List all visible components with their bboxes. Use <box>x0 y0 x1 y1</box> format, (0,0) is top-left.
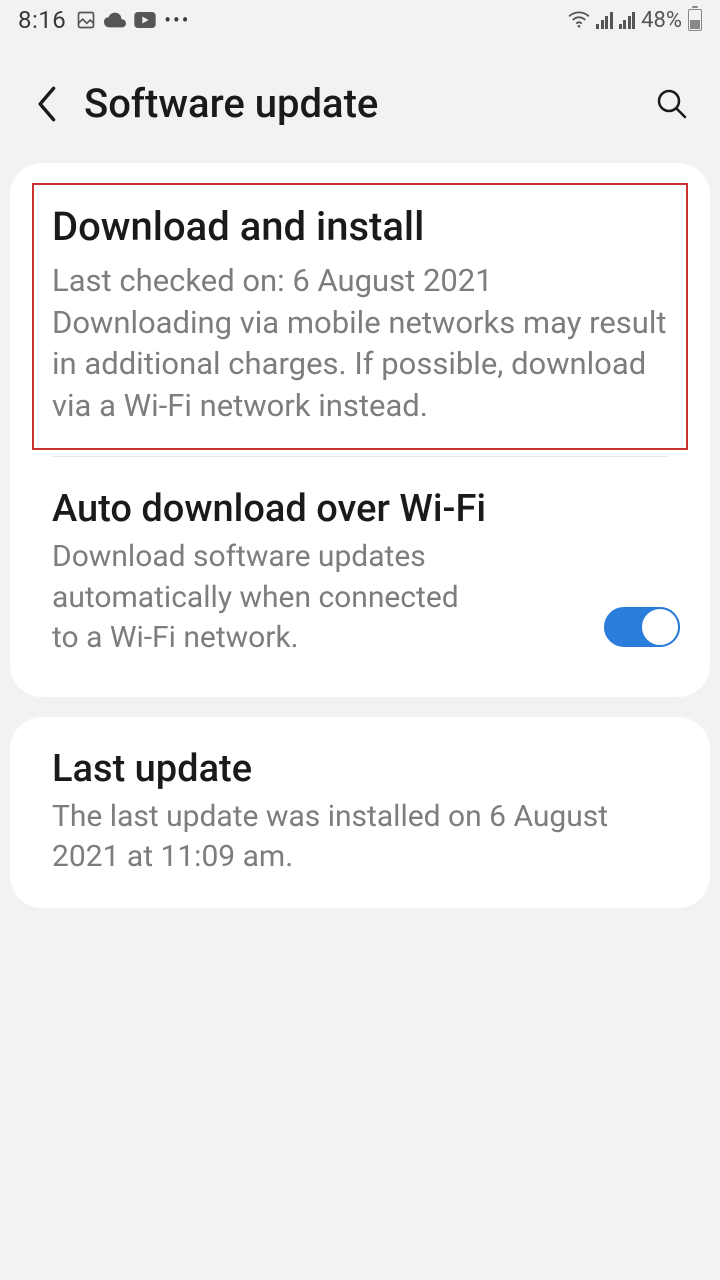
search-button[interactable] <box>652 88 692 120</box>
status-bar: 8:16 ••• 48% <box>0 0 720 40</box>
settings-card-1: Download and install Last checked on: 6 … <box>10 163 710 697</box>
last-update-title: Last update <box>52 747 672 791</box>
auto-download-toggle[interactable] <box>604 607 680 647</box>
cloud-icon <box>104 12 126 28</box>
back-button[interactable] <box>28 86 68 122</box>
more-icon: ••• <box>164 8 190 32</box>
battery-icon <box>688 9 702 31</box>
gallery-icon <box>76 10 96 30</box>
auto-download-title: Auto download over Wi-Fi <box>52 487 584 531</box>
signal-icon-2 <box>619 11 636 29</box>
last-update-desc: The last update was installed on 6 Augus… <box>52 797 672 878</box>
wifi-icon <box>568 11 590 29</box>
battery-pct: 48% <box>641 8 682 33</box>
settings-card-2: Last update The last update was installe… <box>10 717 710 908</box>
signal-icon-1 <box>596 11 613 29</box>
auto-download-desc: Download software updates automatically … <box>52 537 472 659</box>
status-time: 8:16 <box>18 6 66 34</box>
page-title: Software update <box>84 80 652 127</box>
download-install-desc: Last checked on: 6 August 2021 Downloadi… <box>52 260 668 426</box>
download-install-item[interactable]: Download and install Last checked on: 6 … <box>32 183 688 450</box>
youtube-icon <box>134 12 156 28</box>
download-install-title: Download and install <box>52 203 668 250</box>
last-update-item[interactable]: Last update The last update was installe… <box>10 717 710 908</box>
auto-download-item[interactable]: Auto download over Wi-Fi Download softwa… <box>10 457 710 689</box>
app-header: Software update <box>0 40 720 163</box>
